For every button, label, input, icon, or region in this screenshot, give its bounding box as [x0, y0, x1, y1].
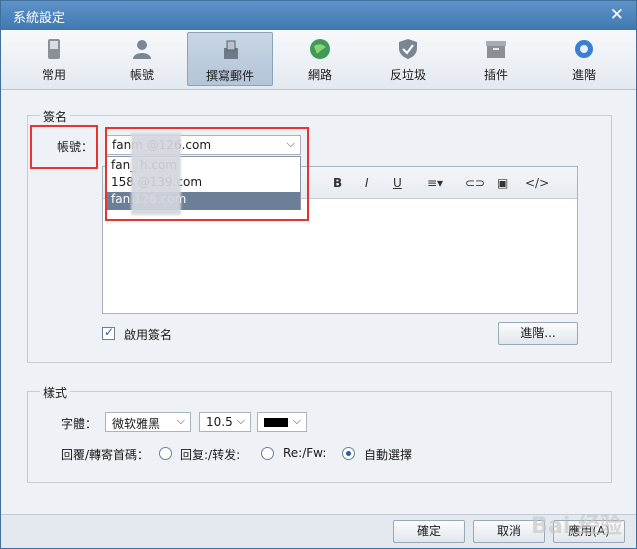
phone-icon — [48, 39, 60, 59]
plugin-icon — [486, 41, 506, 58]
title-bar: 系統設定 ✕ — [1, 1, 636, 30]
tab-plugins[interactable]: 插件 — [453, 32, 539, 86]
font-size-select[interactable]: 10.5 ⌵ — [199, 412, 251, 432]
radio-label: Re:/Fw: — [283, 446, 327, 460]
font-select-value: 微软雅黑 — [112, 417, 161, 431]
underline-button[interactable]: U — [393, 176, 402, 190]
account-label: 帳號： — [57, 140, 94, 154]
color-swatch — [264, 418, 288, 427]
chevron-down-icon: ⌵ — [292, 414, 301, 427]
chevron-down-icon: ⌵ — [236, 414, 245, 427]
chevron-down-icon: ⌵ — [176, 414, 185, 427]
enable-signature-label: 啟用簽名 — [124, 328, 173, 342]
tab-label: 反垃圾 — [389, 68, 426, 82]
tab-account[interactable]: 帳號 — [99, 32, 185, 86]
font-color-select[interactable]: ⌵ — [257, 412, 307, 432]
source-button[interactable]: </> — [525, 176, 549, 190]
tab-label: 常用 — [41, 68, 66, 82]
signature-advanced-button[interactable]: 進階... — [498, 322, 578, 345]
italic-button[interactable]: I — [365, 176, 369, 190]
radio-label: 回复:/转发: — [180, 448, 241, 462]
tab-advanced[interactable]: 進階 — [541, 32, 627, 86]
signature-group-title: 簽名 — [40, 108, 71, 125]
globe-icon — [310, 39, 330, 59]
tab-label: 帳號 — [129, 68, 154, 82]
highlight-account-list — [105, 127, 309, 221]
reply-prefix-label: 回覆/轉寄首碼： — [61, 448, 150, 462]
tab-label: 插件 — [483, 68, 508, 82]
style-group: 樣式 — [27, 384, 612, 483]
radio-label: 自動選擇 — [364, 448, 413, 462]
radio-reply-chinese[interactable] — [159, 447, 172, 460]
close-icon[interactable]: ✕ — [610, 5, 624, 25]
gear-icon — [575, 40, 593, 58]
font-label: 字體： — [61, 417, 98, 431]
align-button[interactable]: ≡▾ — [427, 176, 443, 190]
enable-signature-checkbox[interactable]: ✓ — [102, 325, 115, 340]
font-select[interactable]: 微软雅黑 ⌵ — [105, 412, 191, 432]
bold-button[interactable]: B — [333, 176, 342, 190]
window-title: 系統設定 — [13, 11, 66, 26]
style-group-title: 樣式 — [40, 384, 71, 401]
image-button[interactable]: ▣ — [497, 176, 508, 190]
check-icon: ✓ — [104, 325, 115, 339]
shield-icon — [399, 39, 417, 59]
radio-reply-auto[interactable] — [342, 447, 355, 460]
radio-reply-english[interactable] — [261, 447, 274, 460]
tab-label: 進階 — [571, 68, 596, 82]
radio-dot — [346, 451, 351, 456]
ok-button[interactable]: 確定 — [393, 520, 465, 543]
compose-icon — [224, 40, 238, 59]
link-button[interactable]: ⊂⊃ — [465, 176, 485, 190]
tab-antispam[interactable]: 反垃圾 — [365, 32, 451, 86]
settings-window: 系統設定 ✕ 常用 帳號 撰寫郵件 網路 反垃圾 插件 進階 簽名 樣式 帳號：… — [0, 0, 637, 549]
font-size-value: 10.5 — [206, 415, 233, 429]
tab-network[interactable]: 網路 — [277, 32, 363, 86]
tab-label: 網路 — [307, 68, 332, 82]
tab-compose[interactable]: 撰寫郵件 — [187, 32, 273, 86]
tab-general[interactable]: 常用 — [11, 32, 97, 86]
settings-toolbar: 常用 帳號 撰寫郵件 網路 反垃圾 插件 進階 — [1, 30, 636, 90]
watermark-logo: Bai 经验 — [531, 514, 622, 539]
tab-label: 撰寫郵件 — [205, 69, 254, 83]
user-icon — [133, 40, 151, 59]
